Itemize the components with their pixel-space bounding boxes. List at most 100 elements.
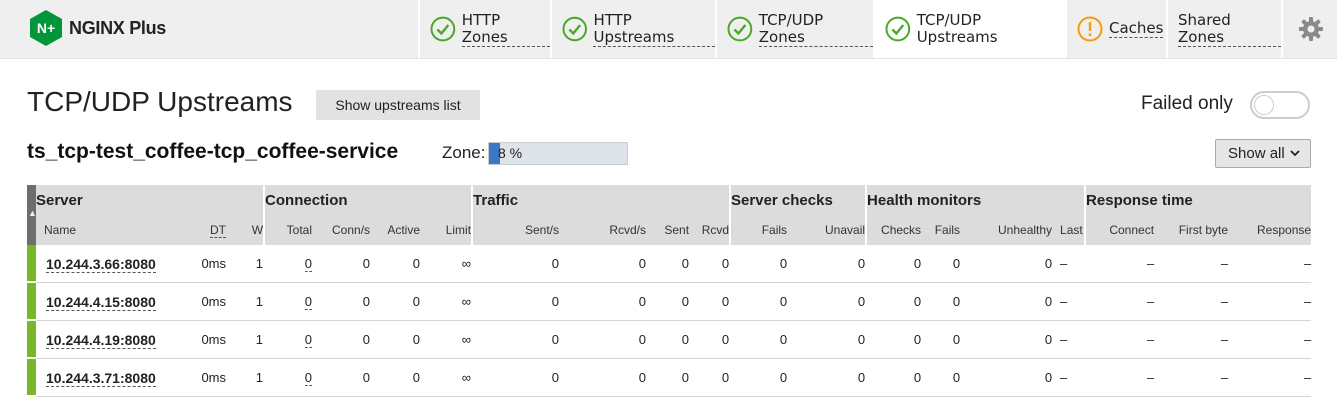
- brand-name: NGINX Plus: [69, 17, 167, 38]
- settings-button[interactable]: [1281, 0, 1337, 58]
- server-name[interactable]: 10.244.4.19:8080: [36, 321, 182, 359]
- cell-total[interactable]: 0: [263, 359, 313, 397]
- cell-sent: 0: [646, 321, 690, 359]
- server-name[interactable]: 10.244.4.15:8080: [36, 283, 182, 321]
- server-address-link[interactable]: 10.244.4.19:8080: [46, 331, 156, 349]
- cell-w: 1: [226, 359, 264, 397]
- zone-usage-text: 8 %: [498, 145, 523, 161]
- cell-sent-per-sec: 0: [471, 245, 560, 283]
- server-address-link[interactable]: 10.244.4.15:8080: [46, 293, 156, 311]
- cell-limit: ∞: [420, 283, 472, 321]
- cell-value: –: [1303, 370, 1312, 385]
- cell-unhealthy: 0: [960, 359, 1053, 397]
- server-status-indicator: [27, 359, 36, 397]
- cell-value: 0: [551, 256, 560, 271]
- cell-total[interactable]: 0: [263, 321, 313, 359]
- nginx-plus-logo[interactable]: N+ NGINX Plus: [29, 9, 166, 47]
- col-header-total: Total: [263, 215, 313, 245]
- col-header-label: DT: [210, 223, 226, 238]
- check-circle-icon: [430, 16, 456, 42]
- cell-value[interactable]: 0: [304, 294, 313, 310]
- server-name[interactable]: 10.244.3.66:8080: [36, 245, 182, 283]
- cell-unavail: 0: [787, 283, 866, 321]
- cell-dt: 0ms: [182, 245, 226, 283]
- cell-hm-fails: 0: [921, 321, 961, 359]
- col-header-label: Total: [286, 223, 313, 237]
- cell-value: 0: [412, 256, 421, 271]
- col-header-last: Last: [1052, 215, 1085, 245]
- sort-arrow-icon: ▲: [28, 208, 37, 218]
- cell-fails: 0: [729, 321, 788, 359]
- cell-value: 0: [952, 332, 961, 347]
- cell-value: 0: [1044, 256, 1053, 271]
- cell-value: 0: [721, 256, 730, 271]
- cell-value: 0: [913, 370, 922, 385]
- zone-usage-bar: 8 %: [488, 142, 628, 165]
- tab-shared-zones[interactable]: Shared Zones: [1166, 0, 1281, 58]
- cell-value: –: [1303, 294, 1312, 309]
- col-header-sent-per-sec: Sent/s: [471, 215, 560, 245]
- cell-rcvd: 0: [689, 283, 730, 321]
- tab-http-upstreams[interactable]: HTTP Upstreams: [550, 0, 715, 58]
- server-address-link[interactable]: 10.244.3.66:8080: [46, 255, 156, 273]
- cell-sent: 0: [646, 245, 690, 283]
- cell-value[interactable]: 0: [304, 256, 313, 272]
- cell-value: 0: [638, 370, 647, 385]
- cell-value: 0: [638, 332, 647, 347]
- cell-value: –: [1220, 332, 1229, 347]
- cell-sent-per-sec: 0: [471, 283, 560, 321]
- tab-tcp-udp-upstreams[interactable]: TCP/UDP Upstreams: [873, 0, 1065, 58]
- server-name[interactable]: 10.244.3.71:8080: [36, 359, 182, 397]
- cell-total[interactable]: 0: [263, 283, 313, 321]
- cell-value[interactable]: 0: [304, 370, 313, 386]
- group-connection: Connection: [263, 185, 472, 215]
- cell-value: 0: [857, 370, 866, 385]
- cell-value: –: [1220, 370, 1229, 385]
- tab-caches[interactable]: Caches: [1065, 0, 1166, 58]
- failed-only-toggle[interactable]: [1250, 91, 1310, 119]
- sort-handle[interactable]: ▲: [27, 185, 37, 245]
- failed-only-label: Failed only: [1141, 93, 1233, 114]
- tab-tcp-udp-zones[interactable]: TCP/UDP Zones: [715, 0, 873, 58]
- server-status-indicator: [27, 321, 36, 359]
- col-header-label: First byte: [1178, 223, 1229, 237]
- cell-rcvd: 0: [689, 245, 730, 283]
- cell-value: 0: [721, 370, 730, 385]
- show-upstreams-list-button[interactable]: Show upstreams list: [316, 90, 480, 120]
- zone-label: Zone:: [442, 143, 486, 162]
- cell-checks: 0: [865, 245, 922, 283]
- cell-value: 0: [952, 294, 961, 309]
- col-header-rcvd: Rcvd: [689, 215, 730, 245]
- show-all-label: Show all: [1228, 145, 1285, 162]
- cell-value: 0: [857, 332, 866, 347]
- group-health-monitors: Health monitors: [865, 185, 1085, 215]
- cell-value[interactable]: 0: [304, 332, 313, 348]
- cell-unhealthy: 0: [960, 321, 1053, 359]
- cell-conn-per-sec: 0: [312, 245, 371, 283]
- cell-value: 0: [913, 332, 922, 347]
- server-address-link[interactable]: 10.244.3.71:8080: [46, 369, 156, 387]
- table-row: 10.244.4.15:8080 0ms 1 0 0 0 ∞ 0 0 0 0 0 0 0 0 0– – – –: [27, 283, 1312, 321]
- tab-http-zones[interactable]: HTTP Zones: [418, 0, 550, 58]
- upstream-servers-table: ▲ Server Connection Traffic Server check…: [27, 185, 1312, 397]
- col-header-sent: Sent: [646, 215, 690, 245]
- cell-limit: ∞: [420, 245, 472, 283]
- cell-conn-per-sec: 0: [312, 283, 371, 321]
- toggle-knob: [1254, 95, 1274, 115]
- check-circle-icon: [562, 16, 587, 42]
- show-all-dropdown[interactable]: Show all: [1215, 139, 1311, 168]
- cell-value: 0: [681, 294, 690, 309]
- cell-fails: 0: [729, 245, 788, 283]
- cell-total[interactable]: 0: [263, 245, 313, 283]
- group-server: Server: [36, 185, 264, 215]
- group-server-checks: Server checks: [729, 185, 866, 215]
- col-header-name: Name: [36, 215, 182, 245]
- tab-label: Shared Zones: [1178, 11, 1281, 47]
- col-header-hm-fails: Fails: [921, 215, 961, 245]
- cell-active: 0: [370, 245, 421, 283]
- cell-value: 0: [952, 370, 961, 385]
- cell-unavail: 0: [787, 321, 866, 359]
- cell-fails: 0: [729, 283, 788, 321]
- col-header-label: Unhealthy: [998, 223, 1053, 237]
- page-title: TCP/UDP Upstreams: [27, 86, 293, 117]
